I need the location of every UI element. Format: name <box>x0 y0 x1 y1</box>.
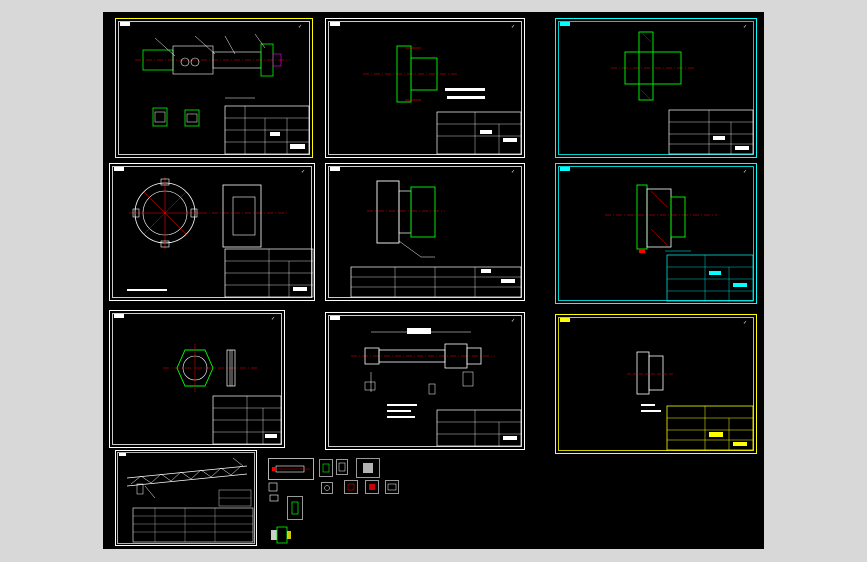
thumb-graphics <box>269 494 279 502</box>
part-thumbnail-small-8[interactable] <box>265 524 295 544</box>
drawing-sheet-gear-plate[interactable]: ✓ <box>109 163 315 301</box>
part-thumbnail-small-1[interactable] <box>268 482 278 492</box>
sheet-graphics: ✓ <box>325 163 525 301</box>
drawing-sheet-long-shaft[interactable]: ✓ <box>325 312 525 450</box>
sheet-graphics: ✓ <box>555 18 757 158</box>
thumb-graphics <box>365 480 379 494</box>
part-thumbnail-small-7[interactable] <box>287 496 303 520</box>
thumb-graphics <box>271 526 291 544</box>
part-thumbnail-square-2[interactable] <box>336 459 348 475</box>
sheet-graphics: ✓ <box>109 310 285 448</box>
svg-text:✓: ✓ <box>743 320 747 326</box>
drawing-sheet-bracket-section[interactable]: ✓ <box>325 163 525 301</box>
sheet-graphics: ✓ <box>555 314 757 454</box>
sheet-graphics: ✓ <box>115 18 313 158</box>
sheet-graphics: ✓ <box>109 163 315 301</box>
drawing-sheet-flange-side[interactable]: ✓ <box>325 18 525 158</box>
drawing-sheet-hub-section[interactable]: ✓ <box>555 18 757 158</box>
part-thumbnail-small-3[interactable] <box>321 482 333 494</box>
drawing-sheet-assembly-drawing[interactable] <box>115 450 257 546</box>
thumb-graphics <box>268 482 278 492</box>
thumb-graphics <box>321 482 333 494</box>
part-thumbnail-small-6[interactable] <box>385 480 399 494</box>
svg-text:✓: ✓ <box>511 318 515 324</box>
part-thumbnail-small-5[interactable] <box>365 480 379 494</box>
part-thumbnail-square-1[interactable] <box>319 459 333 477</box>
svg-text:✓: ✓ <box>271 316 275 322</box>
drawing-sheet-shaft-assembly[interactable]: ✓ <box>115 18 313 158</box>
thumb-graphics <box>268 458 314 480</box>
drawing-canvas[interactable]: ✓ ✓ ✓ ✓ ✓ ✓ ✓ ✓ ✓ <box>103 12 764 549</box>
svg-text:✓: ✓ <box>743 24 747 30</box>
svg-text:✓: ✓ <box>511 24 515 30</box>
svg-text:✓: ✓ <box>511 169 515 175</box>
drawing-sheet-sleeve[interactable]: ✓ <box>555 314 757 454</box>
svg-text:✓: ✓ <box>743 169 747 175</box>
thumb-graphics <box>385 480 399 494</box>
svg-text:✓: ✓ <box>298 24 302 30</box>
svg-text:✓: ✓ <box>301 169 305 175</box>
thumb-graphics <box>344 480 358 494</box>
sheet-graphics <box>115 450 257 546</box>
drawing-sheet-hex-nut[interactable]: ✓ <box>109 310 285 448</box>
part-thumbnail-small-4[interactable] <box>344 480 358 494</box>
drawing-sheet-bearing-housing[interactable]: ✓ <box>555 163 757 304</box>
thumb-graphics <box>287 496 303 520</box>
part-thumbnail-square-3[interactable] <box>356 458 380 478</box>
thumb-graphics <box>319 459 333 477</box>
part-thumbnail-small-2[interactable] <box>269 494 279 502</box>
sheet-graphics: ✓ <box>555 163 757 304</box>
thumb-graphics <box>336 459 348 475</box>
sheet-graphics: ✓ <box>325 18 525 158</box>
part-thumbnail-strip[interactable] <box>268 458 314 480</box>
thumb-graphics <box>356 458 380 478</box>
sheet-graphics: ✓ <box>325 312 525 450</box>
